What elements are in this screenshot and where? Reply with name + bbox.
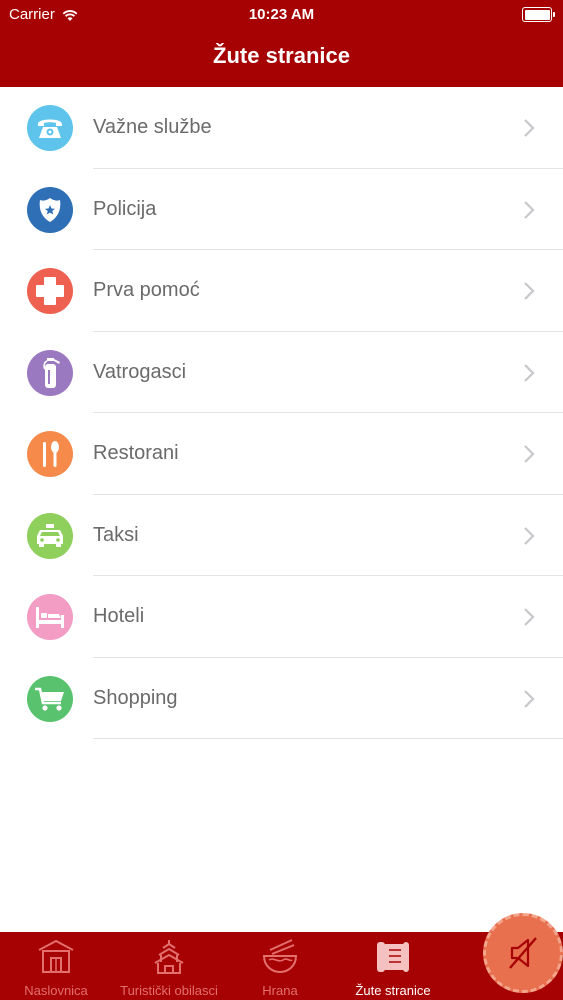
scroll-icon: [377, 942, 409, 972]
list-item-label: Prva pomoć: [93, 279, 200, 301]
bed-icon: [27, 594, 73, 640]
list-item-label: Taksi: [93, 523, 139, 546]
telephone-icon: [27, 105, 73, 151]
chevron-right-icon: [524, 119, 535, 137]
chevron-right-icon: [524, 282, 535, 300]
mute-button[interactable]: [483, 913, 563, 993]
cutlery-icon: [27, 431, 73, 477]
list-item-restorani[interactable]: Restorani: [0, 413, 563, 495]
list-item-label: Restorani: [93, 442, 179, 464]
tab-label: Hrana: [262, 983, 298, 998]
list-item-shopping[interactable]: Shopping: [0, 658, 563, 739]
police-badge-icon: [27, 186, 73, 233]
mute-speaker-icon: [509, 937, 537, 969]
list-item-prva-pomoc[interactable]: Prva pomoć: [0, 250, 563, 332]
chevron-right-icon: [524, 363, 535, 382]
list-item-hoteli[interactable]: Hoteli: [0, 576, 563, 658]
list-item-label: Vatrogasci: [93, 360, 187, 383]
fire-extinguisher-icon: [27, 349, 73, 396]
header: Carrier 10:23 AM Žute stranice: [0, 0, 563, 87]
list-item-label: Shopping: [93, 686, 178, 709]
chevron-right-icon: [524, 200, 535, 219]
list-item-label: Hoteli: [93, 605, 145, 627]
tab-naslovnica[interactable]: Naslovnica: [0, 932, 112, 1000]
category-list: Važne službe Policija Prva pomoć Vatroga…: [0, 87, 563, 739]
first-aid-cross-icon: [27, 268, 73, 314]
status-bar: Carrier 10:23 AM: [0, 0, 563, 30]
tab-hrana[interactable]: Hrana: [226, 932, 334, 1000]
tab-label: Žute stranice: [355, 983, 431, 998]
chevron-right-icon: [524, 608, 535, 626]
chevron-right-icon: [524, 526, 535, 545]
tab-label: Turistički obilasci: [120, 983, 218, 998]
list-item-vatrogasci[interactable]: Vatrogasci: [0, 332, 563, 413]
clock: 10:23 AM: [248, 6, 315, 23]
house-icon: [38, 939, 74, 973]
tab-zute-stranice[interactable]: Žute stranice: [334, 932, 452, 1000]
list-item-taksi[interactable]: Taksi: [0, 495, 563, 576]
noodle-bowl-icon: [262, 939, 298, 974]
list-item-vazne-sluzbe[interactable]: Važne službe: [0, 87, 563, 169]
chevron-right-icon: [524, 689, 535, 708]
divider: [93, 738, 563, 739]
tab-bar: Naslovnica Turistički obilasci Hrana Žut…: [0, 932, 563, 1000]
battery-icon: [522, 7, 555, 22]
taxi-icon: [27, 512, 73, 559]
shopping-cart-icon: [27, 675, 73, 722]
tab-label: Naslovnica: [24, 983, 88, 998]
list-item-label: Važne službe: [93, 116, 212, 138]
tab-turisticki-obilasci[interactable]: Turistički obilasci: [112, 932, 226, 1000]
list-item-policija[interactable]: Policija: [0, 169, 563, 250]
page-title: Žute stranice: [213, 43, 350, 68]
pagoda-icon: [154, 940, 184, 974]
list-item-label: Policija: [93, 197, 157, 220]
chevron-right-icon: [524, 445, 535, 463]
